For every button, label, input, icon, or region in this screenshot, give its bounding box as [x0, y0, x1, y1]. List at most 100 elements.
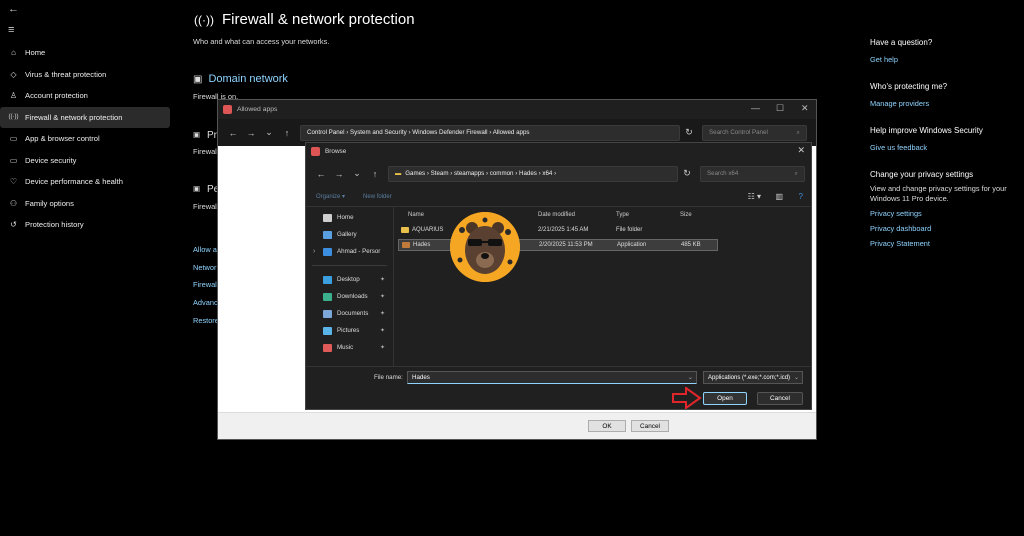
refresh-icon[interactable]: ↻ — [680, 127, 698, 138]
view-options-icon[interactable]: ☷ ▾ — [748, 192, 761, 201]
date-column-header[interactable]: Date modified — [538, 209, 575, 221]
close-button[interactable]: ✕ — [797, 145, 805, 156]
downloads-icon — [323, 292, 332, 301]
filename-label: File name: — [374, 374, 403, 381]
nav-pane-label: Pictures — [337, 327, 360, 334]
file-size: 485 KB — [681, 242, 701, 248]
recent-chevron-icon[interactable]: ⌄ — [260, 127, 278, 138]
open-button[interactable]: Open — [703, 392, 747, 405]
new-folder-button[interactable]: New folder — [363, 194, 392, 200]
get-help-link[interactable]: Get help — [870, 52, 1020, 67]
sidebar-item-app-browser-control[interactable]: ▭ App & browser control — [0, 128, 170, 150]
browse-toolbar: Organize ▾ New folder ☷ ▾ ▥ ? — [306, 187, 811, 207]
file-row[interactable]: AQUARIUS 2/21/2025 1:45 AM File folder — [398, 225, 718, 237]
privacy-dashboard-link[interactable]: Privacy dashboard — [870, 221, 1020, 236]
control-panel-icon — [223, 105, 232, 114]
nav-pane-item[interactable]: Home — [306, 209, 393, 226]
pin-icon: ✦ — [379, 311, 385, 317]
sidebar-item-label: Firewall & network protection — [25, 112, 123, 122]
private-network-icon: ▣ — [193, 130, 200, 139]
firewall-notification-link[interactable]: Firewal — [193, 280, 217, 289]
nav-pane-label: Ahmad - Persor — [337, 248, 381, 255]
forward-arrow-icon[interactable]: → — [242, 128, 260, 138]
back-icon[interactable]: ← — [8, 3, 19, 15]
sidebar-item-protection-history[interactable]: ↺ Protection history — [0, 214, 170, 236]
privacy-settings-link[interactable]: Privacy settings — [870, 206, 1020, 221]
file-name: AQUARIUS — [412, 227, 444, 233]
page-subtitle: Who and what can access your networks. — [193, 37, 330, 46]
nav-pane-item[interactable]: › Ahmad - Persor — [306, 243, 393, 260]
maximize-button[interactable]: ☐ — [776, 103, 784, 114]
recent-chevron-icon[interactable]: ⌄ — [348, 168, 366, 179]
nav-pane-item[interactable]: Desktop ✦ — [306, 271, 393, 288]
folder-icon — [401, 227, 409, 233]
up-arrow-icon[interactable]: ↑ — [366, 169, 384, 179]
allow-app-link[interactable]: Allow a — [193, 245, 217, 254]
sidebar-item-firewall-network-protection[interactable]: ((·)) Firewall & network protection — [0, 106, 170, 128]
feedback-link[interactable]: Give us feedback — [870, 140, 1020, 155]
sidebar-nav: ⌂ Home ◇ Virus & threat protection ♙ Account … — [0, 42, 170, 236]
search-input[interactable]: Search Control Panel ⌕ — [702, 124, 807, 141]
up-arrow-icon[interactable]: ↑ — [278, 128, 296, 138]
sidebar-item-label: Account protection — [25, 91, 88, 101]
filetype-select[interactable]: Applications (*.exe;*.com;*.icd) ⌄ — [703, 371, 803, 384]
nav-pane-item[interactable]: Downloads ✦ — [306, 288, 393, 305]
sidebar-item-account-protection[interactable]: ♙ Account protection — [0, 85, 170, 107]
documents-icon — [323, 309, 332, 318]
file-type: File folder — [616, 227, 643, 233]
sidebar-item-device-security[interactable]: ▭ Device security — [0, 150, 170, 172]
sidebar-item-device-performance-health[interactable]: ♡ Device performance & health — [0, 171, 170, 193]
restore-defaults-link[interactable]: Restore — [193, 316, 219, 325]
type-column-header[interactable]: Type — [616, 209, 629, 221]
sidebar-item-label: Virus & threat protection — [25, 69, 107, 79]
address-bar[interactable]: ▬ Games › Steam › steamapps › common › H… — [388, 165, 678, 182]
advanced-settings-link[interactable]: Advanc — [193, 298, 218, 307]
file-date: 2/20/2025 11:53 PM — [539, 242, 593, 248]
divider — [312, 265, 387, 266]
hamburger-menu-icon[interactable]: ≡ — [8, 24, 14, 36]
bear-logo-watermark — [450, 212, 520, 282]
file-name: Hades — [413, 242, 431, 248]
cancel-button[interactable]: Cancel — [757, 392, 803, 405]
minimize-button[interactable]: — — [751, 103, 760, 113]
file-row[interactable]: Hades 2/20/2025 11:53 PM Application 485 KB — [398, 239, 718, 251]
sidebar-item-family-options[interactable]: ⚇ Family options — [0, 193, 170, 215]
pin-icon: ✦ — [379, 345, 385, 351]
name-column-header[interactable]: Name — [408, 209, 424, 221]
address-bar[interactable]: Control Panel › System and Security › Wi… — [300, 124, 680, 141]
laptop-icon: ▭ — [9, 155, 18, 165]
back-arrow-icon[interactable]: ← — [312, 169, 330, 179]
sidebar-item-home[interactable]: ⌂ Home — [0, 42, 170, 64]
close-button[interactable]: ✕ — [801, 103, 809, 114]
manage-providers-link[interactable]: Manage providers — [870, 96, 1020, 111]
privacy-statement-link[interactable]: Privacy Statement — [870, 236, 1020, 251]
ok-button[interactable]: OK — [588, 420, 626, 432]
forward-arrow-icon[interactable]: → — [330, 169, 348, 179]
nav-pane-item[interactable]: Pictures ✦ — [306, 322, 393, 339]
file-type: Application — [617, 242, 647, 248]
domain-network-link[interactable]: ▣ Domain network — [193, 73, 288, 85]
help-icon[interactable]: ? — [799, 192, 803, 201]
sidebar-item-virus-threat-protection[interactable]: ◇ Virus & threat protection — [0, 64, 170, 86]
organize-button[interactable]: Organize ▾ — [316, 193, 345, 200]
network-troubleshooter-link[interactable]: Networ — [193, 263, 216, 272]
wireless-icon: ((·)) — [8, 114, 19, 121]
nav-pane-item[interactable]: Documents ✦ — [306, 305, 393, 322]
browse-titlebar: Browse — [306, 143, 811, 160]
refresh-icon[interactable]: ↻ — [678, 168, 696, 179]
nav-pane-item[interactable]: Music ✦ — [306, 339, 393, 356]
nav-pane-item[interactable]: Gallery — [306, 226, 393, 243]
chevron-right-icon[interactable]: › — [313, 248, 315, 255]
search-input[interactable]: Search x64 ⌕ — [700, 165, 805, 182]
home-icon: ⌂ — [11, 48, 16, 58]
sidebar: ← ≡ ⌂ Home ◇ Virus & threat protection ♙ Acco… — [0, 0, 180, 536]
page-title-text: Firewall & network protection — [221, 11, 415, 28]
back-arrow-icon[interactable]: ← — [224, 128, 242, 138]
nav-pane-label: Home — [337, 214, 354, 221]
chevron-down-icon[interactable]: ⌄ — [688, 374, 693, 381]
size-column-header[interactable]: Size — [680, 209, 692, 221]
search-icon: ⌕ — [794, 169, 798, 177]
filename-input[interactable]: Hades ⌄ — [407, 371, 697, 384]
cancel-button[interactable]: Cancel — [631, 420, 669, 432]
preview-pane-icon[interactable]: ▥ — [775, 192, 783, 201]
